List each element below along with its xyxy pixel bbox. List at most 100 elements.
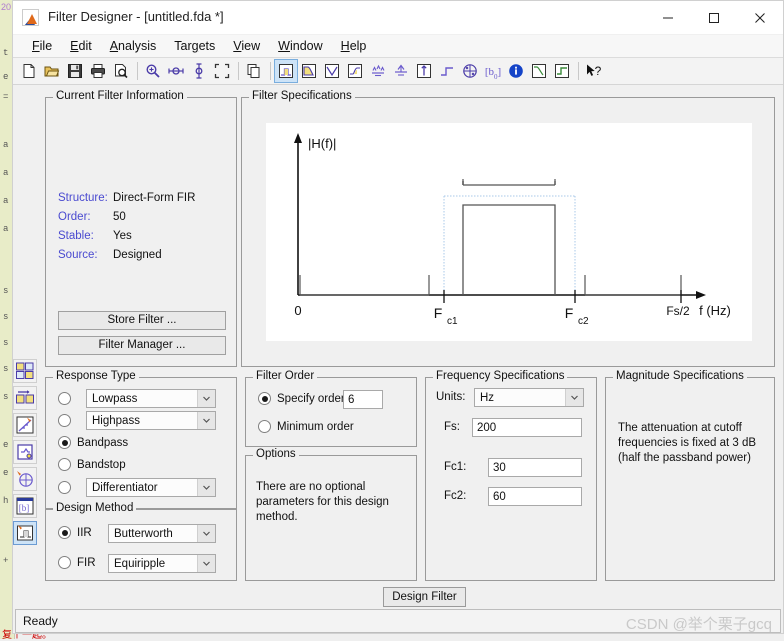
differentiator-dropdown[interactable]: Differentiator: [86, 478, 216, 497]
current-filter-information-legend: Current Filter Information: [53, 90, 187, 102]
background-text-fragment: a: [3, 224, 9, 234]
background-text-fragment: h: [3, 496, 9, 506]
iir-method-value: Butterworth: [114, 527, 173, 540]
design-filter-button[interactable]: Design Filter: [383, 587, 466, 607]
maximize-button[interactable]: [691, 1, 737, 34]
zoom-y-icon[interactable]: [188, 60, 210, 82]
filter-specifications-plot: |H(f)| 0 F c1 F c2 Fs/2 f (Hz): [266, 123, 752, 341]
radio-fir[interactable]: FIR: [58, 556, 96, 569]
radio-bandpass-dot: [58, 436, 71, 449]
full-view-icon[interactable]: [211, 60, 233, 82]
response-type-legend: Response Type: [53, 370, 139, 382]
realize-model-side-icon[interactable]: [13, 440, 37, 464]
zoom-x-icon[interactable]: [165, 60, 187, 82]
group-delay-icon[interactable]: [367, 60, 389, 82]
radio-specify-order-dot: [258, 392, 271, 405]
order-label: Order:: [58, 211, 91, 223]
radio-bandstop[interactable]: Bandstop: [58, 458, 126, 471]
filter-order-panel: Filter Order Specify order: 6 Minimum or…: [245, 370, 417, 447]
radio-iir-dot: [58, 526, 71, 539]
fc1-input[interactable]: 30: [488, 458, 582, 477]
filter-information-icon[interactable]: [505, 60, 527, 82]
round-off-noise-icon[interactable]: [551, 60, 573, 82]
radio-lowpass-dot: [58, 392, 71, 405]
menu-analysis[interactable]: Analysis: [101, 37, 166, 55]
minimize-button[interactable]: [645, 1, 691, 34]
fir-method-dropdown[interactable]: Equiripple: [108, 554, 216, 573]
source-label: Source:: [58, 249, 98, 261]
toolbar: [b0] ?: [13, 58, 783, 85]
svg-text:F: F: [565, 305, 574, 321]
phase-response-icon[interactable]: [321, 60, 343, 82]
close-button[interactable]: [737, 1, 783, 34]
print-icon[interactable]: [87, 60, 109, 82]
whats-this-help-icon[interactable]: ?: [583, 60, 605, 82]
iir-method-dropdown[interactable]: Butterworth: [108, 524, 216, 543]
menu-file[interactable]: File: [23, 37, 61, 55]
background-text-fragment: s: [3, 286, 9, 296]
highpass-dropdown[interactable]: Highpass: [86, 411, 216, 430]
zoom-in-icon[interactable]: [142, 60, 164, 82]
magnitude-phase-icon[interactable]: [344, 60, 366, 82]
svg-text:?: ?: [595, 64, 602, 78]
options-message: There are no optional parameters for thi…: [256, 481, 389, 523]
quantize-filter-side-icon[interactable]: [13, 413, 37, 437]
radio-highpass-dot: [58, 414, 71, 427]
transform-filter-side-icon[interactable]: [b]: [13, 494, 37, 518]
radio-lowpass[interactable]: [58, 392, 71, 405]
svg-text:[b]: [b]: [19, 503, 30, 513]
step-response-icon[interactable]: [436, 60, 458, 82]
design-filter-side-icon[interactable]: [13, 359, 37, 383]
background-text-fragment: a: [3, 168, 9, 178]
radio-highpass[interactable]: [58, 414, 71, 427]
fc2-input[interactable]: 60: [488, 487, 582, 506]
new-file-icon[interactable]: [18, 60, 40, 82]
save-icon[interactable]: [64, 60, 86, 82]
units-label: Units:: [436, 391, 466, 403]
magnitude-response-estimate-icon[interactable]: [528, 60, 550, 82]
magnitude-response-icon[interactable]: [298, 60, 320, 82]
menu-window[interactable]: Window: [269, 37, 331, 55]
menu-edit[interactable]: Edit: [61, 37, 101, 55]
differentiator-label: Differentiator: [92, 481, 158, 494]
magnitude-specifications-legend: Magnitude Specifications: [613, 370, 747, 382]
bandpass-label: Bandpass: [77, 436, 129, 449]
chevron-down-icon: [197, 390, 215, 407]
main-body: [b] Current Filter Information Structure…: [13, 85, 783, 610]
radio-bandpass[interactable]: Bandpass: [58, 436, 128, 449]
background-text-fragment: e: [3, 468, 9, 478]
open-file-icon[interactable]: [41, 60, 63, 82]
radio-differentiator[interactable]: [58, 481, 71, 494]
chevron-down-icon: [197, 412, 215, 429]
design-method-panel: Design Method IIR Butterworth FIR Equiri…: [45, 502, 237, 581]
background-text-fragment: t: [3, 48, 9, 58]
magnitude-specifications-message: The attenuation at cutoff frequencies is…: [618, 422, 757, 464]
background-line-number: 20: [1, 2, 12, 12]
import-filter-side-icon[interactable]: [13, 386, 37, 410]
svg-text:F: F: [434, 305, 443, 321]
filter-specifications-icon[interactable]: [274, 59, 298, 83]
phase-delay-icon[interactable]: [390, 60, 412, 82]
units-dropdown[interactable]: Hz: [474, 388, 584, 407]
pole-zero-editor-side-icon[interactable]: [13, 467, 37, 491]
lowpass-dropdown[interactable]: Lowpass: [86, 389, 216, 408]
pole-zero-icon[interactable]: [459, 60, 481, 82]
print-preview-icon[interactable]: [110, 60, 132, 82]
filter-manager-button[interactable]: Filter Manager ...: [58, 336, 226, 355]
filter-coefficients-icon[interactable]: [b0]: [482, 60, 504, 82]
frequency-specifications-legend: Frequency Specifications: [433, 370, 568, 382]
impulse-response-icon[interactable]: [413, 60, 435, 82]
order-input[interactable]: 6: [343, 390, 383, 409]
frequency-specifications-panel: Frequency Specifications Units: Hz Fs: 2…: [425, 370, 597, 581]
order-value: 50: [113, 211, 126, 223]
radio-iir[interactable]: IIR: [58, 526, 92, 539]
radio-minimum-order[interactable]: Minimum order: [258, 420, 354, 433]
menu-targets[interactable]: Targets: [165, 37, 224, 55]
menu-view[interactable]: View: [224, 37, 269, 55]
fs-input[interactable]: 200: [472, 418, 582, 437]
menu-help[interactable]: Help: [332, 37, 376, 55]
copy-icon[interactable]: [243, 60, 265, 82]
radio-specify-order[interactable]: Specify order:: [258, 392, 348, 405]
design-multirate-side-icon[interactable]: [13, 521, 37, 545]
store-filter-button[interactable]: Store Filter ...: [58, 311, 226, 330]
